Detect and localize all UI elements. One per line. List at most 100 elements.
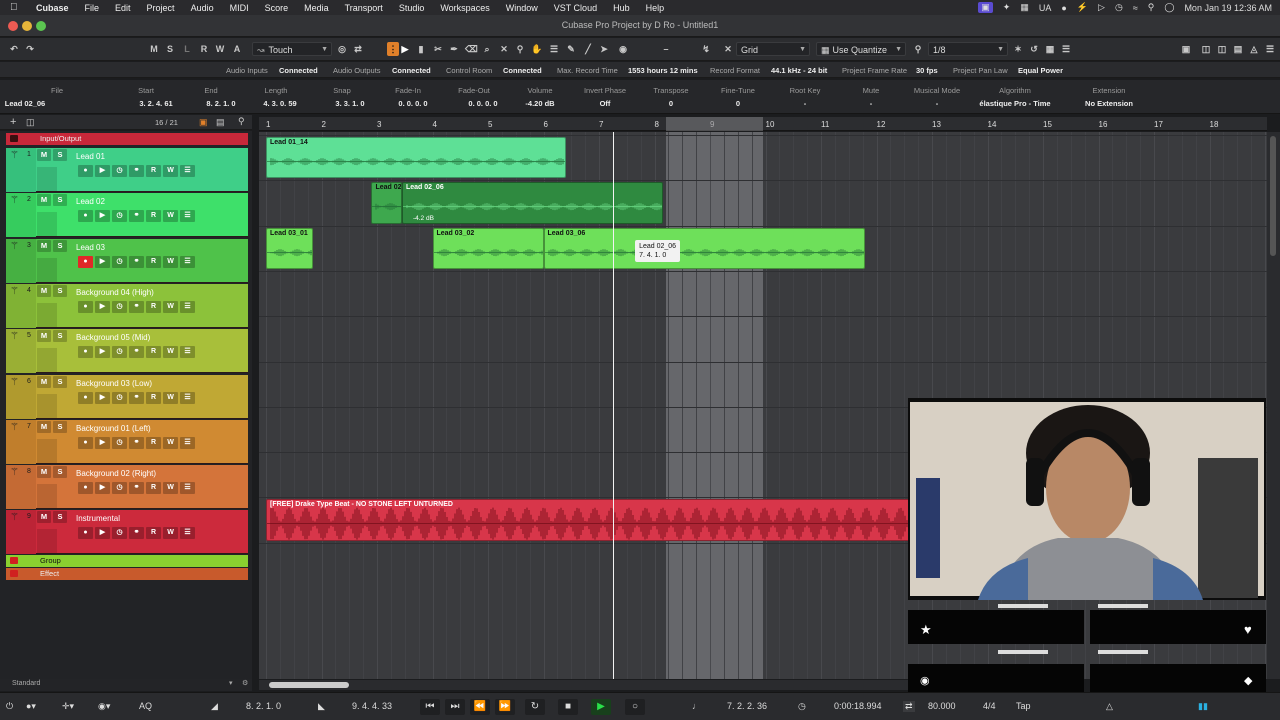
sparkle-icon[interactable]: ✦ (1003, 2, 1011, 13)
folder-input-output[interactable]: Input/Output (6, 133, 248, 145)
quantize-value-select[interactable]: 1/8 ▼ (928, 42, 1008, 56)
record-enable-icon[interactable]: ● (78, 527, 93, 540)
read-button[interactable]: R (198, 42, 210, 56)
playhead-line[interactable] (612, 132, 614, 679)
time-base-icon[interactable]: ◷ (112, 255, 127, 268)
snap-on-icon[interactable]: ✕ (722, 42, 734, 56)
audio-event[interactable]: Lead 01_14 (266, 137, 566, 179)
right-zone-icon[interactable]: ◬ (1248, 42, 1260, 56)
read-automation-button[interactable]: R (146, 300, 161, 313)
glue-tool-icon[interactable]: ✒ (448, 42, 460, 56)
read-automation-button[interactable]: R (146, 210, 161, 223)
edit-channel-icon[interactable]: ☰ (180, 346, 195, 359)
cycle-mode-icon[interactable]: ✛▾ (62, 701, 74, 712)
time-base-icon[interactable]: ◷ (112, 346, 127, 359)
menu-midi[interactable]: MIDI (230, 3, 249, 13)
info-transpose-value[interactable]: 0 (669, 99, 673, 108)
lock-track-icon[interactable]: ⚭ (129, 436, 144, 449)
read-automation-button[interactable]: R (146, 482, 161, 495)
hand-tool-icon[interactable]: ✋ (531, 42, 543, 56)
quantize-apply-icon[interactable]: ↺ (1028, 42, 1040, 56)
info-invert-phase-value[interactable]: Off (600, 99, 611, 108)
menu-score[interactable]: Score (265, 3, 289, 13)
lower-zone-icon[interactable]: ▤ (1232, 42, 1244, 56)
left-locator-icon[interactable]: ◢ (211, 701, 218, 712)
mute-button[interactable]: M (37, 375, 51, 388)
menu-media[interactable]: Media (304, 3, 329, 13)
track-name[interactable]: Background 03 (Low) (76, 379, 152, 388)
info-fadein-value[interactable]: 0. 0. 0. 0 (398, 99, 427, 108)
track-9[interactable]: ⚚ 9 M S Instrumental ● ▶ ◷ ⚭ R W ☰ (6, 510, 248, 555)
menu-file[interactable]: File (85, 3, 100, 13)
undo-icon[interactable]: ↶ (8, 42, 20, 56)
monitor-icon[interactable]: ▶ (95, 300, 110, 313)
constrain-icon[interactable]: ⋮ (387, 42, 399, 56)
cycle-button[interactable]: ↻ (525, 699, 545, 715)
audio-performance-icon[interactable]: △ (1106, 701, 1113, 712)
track-5[interactable]: ⚚ 5 M S Background 05 (Mid) ● ▶ ◷ ⚭ R W ☰ (6, 329, 248, 374)
iterative-quantize-icon[interactable]: ✶ (1012, 42, 1024, 56)
color-tool-icon[interactable]: ◉ (617, 42, 629, 56)
automation-mode-select[interactable]: ↝ Touch ▼ (252, 42, 332, 56)
write-button[interactable]: W (214, 42, 226, 56)
app-icon[interactable]: ▦ (1020, 2, 1029, 13)
search-icon[interactable]: ⚲ (1148, 2, 1155, 13)
write-automation-button[interactable]: W (163, 165, 178, 177)
listen-button[interactable]: L (181, 42, 193, 56)
audio-event[interactable]: Lead 03_06 (543, 227, 866, 269)
info-mute-value[interactable]: - (870, 99, 873, 108)
edit-channel-icon[interactable]: ☰ (180, 300, 195, 313)
record-enable-icon[interactable]: ● (78, 255, 93, 268)
lock-track-icon[interactable]: ⚭ (129, 527, 144, 540)
line-tool-icon[interactable]: ╱ (582, 42, 594, 56)
track-name[interactable]: Lead 01 (76, 152, 105, 161)
info-length-value[interactable]: 4. 3. 0. 59 (263, 99, 296, 108)
bolt-icon[interactable]: ⚡ (1077, 2, 1088, 13)
timeline-ruler[interactable]: 123456789101112131415161718 (259, 117, 1267, 131)
range-tool-icon[interactable]: ▮ (415, 42, 427, 56)
audio-event[interactable]: Lead 02 (371, 182, 402, 224)
info-fadeout-value[interactable]: 0. 0. 0. 0 (468, 99, 497, 108)
search-tool-icon[interactable]: ⚲ (514, 42, 526, 56)
punch-icon[interactable]: ◉▾ (98, 701, 110, 712)
monitor-icon[interactable]: ▶ (95, 391, 110, 404)
track-4[interactable]: ⚚ 4 M S Background 04 (High) ● ▶ ◷ ⚭ R W ☰ (6, 283, 248, 328)
info-snap-value[interactable]: 3. 3. 1. 0 (335, 99, 364, 108)
info-end-value[interactable]: 8. 2. 1. 0 (206, 99, 235, 108)
menu-studio[interactable]: Studio (399, 3, 425, 13)
mute-button[interactable]: M (37, 149, 51, 161)
track-8[interactable]: ⚚ 8 M S Background 02 (Right) ● ▶ ◷ ⚭ R W ☰ (6, 465, 248, 510)
autoscroll-icon[interactable]: ⇄ (352, 42, 364, 56)
left-zone-icon[interactable]: ◫ (1200, 42, 1212, 56)
lock-icon[interactable]: ▣ (199, 117, 208, 128)
audio-event[interactable]: Lead 02_06 -4.2 dB (401, 182, 663, 224)
lock-track-icon[interactable]: ⚭ (129, 300, 144, 313)
write-automation-button[interactable]: W (163, 346, 178, 359)
menu-window[interactable]: Window (506, 3, 538, 13)
info-start-value[interactable]: 3. 2. 4. 61 (139, 99, 172, 108)
object-select-tool-icon[interactable]: ▶ (399, 42, 411, 56)
right-locator-icon[interactable]: ◣ (318, 701, 325, 712)
split-tool-icon[interactable]: ✂ (432, 42, 444, 56)
time-display-icon[interactable]: ◷ (798, 701, 806, 712)
menu-hub[interactable]: Hub (613, 3, 630, 13)
mute-button[interactable]: M (37, 239, 51, 252)
snap-icon[interactable]: ↯ (700, 42, 712, 56)
mute-button[interactable]: M (37, 511, 51, 524)
time-base-icon[interactable]: ◷ (112, 527, 127, 540)
time-base-icon[interactable]: ◷ (112, 436, 127, 449)
input-language[interactable]: UA (1039, 3, 1052, 13)
power-icon[interactable]: ⏻ (6, 701, 13, 712)
mute-tool-icon[interactable]: ✕ (498, 42, 510, 56)
record-enable-icon[interactable]: ● (78, 346, 93, 359)
track-name[interactable]: Background 02 (Right) (76, 469, 156, 478)
time-base-icon[interactable]: ◷ (112, 165, 127, 177)
mute-all-button[interactable]: M (148, 42, 160, 56)
go-to-start-button[interactable]: ⏮ (420, 699, 440, 715)
record-enable-icon[interactable]: ● (78, 300, 93, 313)
time-base-icon[interactable]: ◷ (112, 391, 127, 404)
horizontal-scrollbar[interactable] (259, 680, 909, 690)
wifi-icon[interactable]: ≈ (1133, 3, 1138, 13)
grid-type-select[interactable]: Grid ▼ (736, 42, 810, 56)
info-file-value[interactable]: Lead 02_06 (5, 99, 45, 108)
